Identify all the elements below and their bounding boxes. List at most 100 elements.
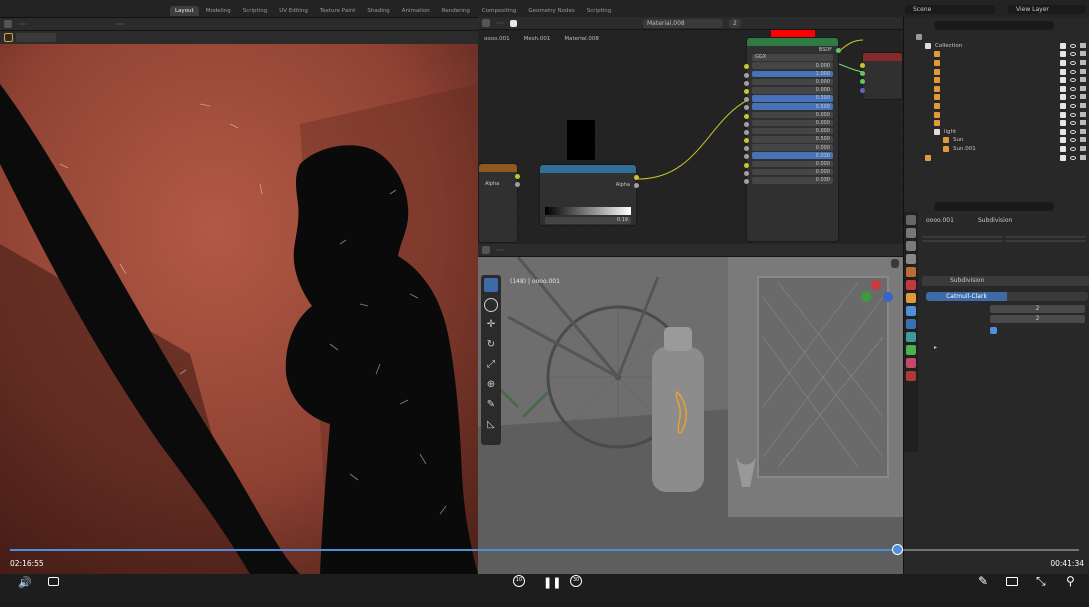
exclude-checkbox[interactable]: [1060, 85, 1066, 92]
pin-icon[interactable]: ⚲: [1066, 574, 1075, 588]
input-socket[interactable]: [744, 105, 749, 111]
visibility-button[interactable]: [922, 240, 1003, 242]
fullscreen-exit-icon[interactable]: ⤡: [1036, 574, 1046, 589]
annotate-tool-icon[interactable]: ✎: [484, 398, 498, 412]
progress-track[interactable]: [10, 544, 1079, 555]
tab-animation[interactable]: Animation: [397, 6, 435, 16]
eye-icon[interactable]: [1070, 43, 1076, 48]
input-socket[interactable]: [744, 80, 749, 86]
bsdf-field[interactable]: 0.000: [744, 127, 833, 135]
eye-icon[interactable]: [1070, 78, 1076, 83]
eye-icon[interactable]: [1070, 104, 1076, 109]
principled-bsdf-node[interactable]: BSDF GGX 0.000 1.000 0.000 0.000 0.500 0.500 0…: [744, 37, 841, 242]
editor-type-icon[interactable]: [4, 20, 12, 28]
shader-type-dropdown[interactable]: [496, 22, 504, 24]
advanced-panel-toggle[interactable]: ▸: [934, 344, 937, 351]
input-socket[interactable]: [744, 162, 749, 168]
camera-icon[interactable]: [1080, 60, 1086, 66]
volume-icon[interactable]: 🔊: [18, 576, 32, 589]
data-tab-icon[interactable]: [906, 345, 916, 355]
render-levels-field[interactable]: 2: [990, 315, 1085, 323]
scene-tab-icon[interactable]: [906, 267, 916, 277]
outliner-row[interactable]: Collection: [904, 42, 1089, 51]
bsdf-field[interactable]: 0.000: [744, 111, 833, 119]
outliner-row[interactable]: [904, 50, 1089, 59]
view-layer-selector[interactable]: View Layer: [1008, 5, 1086, 14]
outliner-row[interactable]: Sun: [904, 136, 1089, 145]
tab-scripting-2[interactable]: Scripting: [582, 6, 616, 16]
eye-icon[interactable]: [1070, 95, 1076, 100]
outliner-row[interactable]: [904, 33, 1089, 42]
eye-icon[interactable]: [1070, 86, 1076, 91]
eye-icon[interactable]: [1070, 61, 1076, 66]
world-tab-icon[interactable]: [906, 280, 916, 290]
tab-scripting-1[interactable]: Scripting: [238, 6, 272, 16]
camera-icon[interactable]: [1080, 146, 1086, 152]
camera-icon[interactable]: [1080, 68, 1086, 74]
eye-icon[interactable]: [1070, 52, 1076, 57]
bsdf-field[interactable]: 0.000: [744, 160, 833, 168]
input-socket[interactable]: [744, 129, 749, 135]
tab-shading[interactable]: Shading: [362, 6, 394, 16]
color-ramp-gradient[interactable]: [545, 207, 631, 215]
exclude-checkbox[interactable]: [1060, 146, 1066, 153]
input-socket[interactable]: [744, 121, 749, 127]
camera-icon[interactable]: [1080, 42, 1086, 48]
simple-option[interactable]: [1007, 292, 1088, 301]
physics-tab-icon[interactable]: [906, 332, 916, 342]
outliner-row[interactable]: [904, 59, 1089, 68]
transform-tool-icon[interactable]: ⊕: [484, 378, 498, 392]
exclude-checkbox[interactable]: [1060, 154, 1066, 161]
input-socket[interactable]: [744, 97, 749, 103]
move-tool-icon[interactable]: ✛: [484, 318, 498, 332]
scale-tool-icon[interactable]: ⤢: [484, 358, 498, 372]
eye-icon[interactable]: [1070, 147, 1076, 152]
exclude-checkbox[interactable]: [1060, 103, 1066, 110]
skip-forward-30-icon[interactable]: 30: [570, 575, 582, 587]
cursor-tool-icon[interactable]: [484, 298, 498, 312]
picture-in-picture-icon[interactable]: [1006, 577, 1018, 586]
exclude-checkbox[interactable]: [1060, 94, 1066, 101]
transform-orientation-dropdown[interactable]: [116, 23, 124, 25]
exclude-checkbox[interactable]: [1060, 60, 1066, 67]
editor-type-icon[interactable]: [482, 19, 490, 27]
object-mode-dropdown[interactable]: [18, 23, 26, 25]
outliner-row[interactable]: light: [904, 128, 1089, 137]
input-socket[interactable]: [744, 88, 749, 94]
eye-icon[interactable]: [1070, 138, 1076, 143]
color-ramp-node[interactable]: Alpha 0.19: [539, 164, 639, 226]
texture-tab-icon[interactable]: [906, 371, 916, 381]
input-socket[interactable]: [744, 154, 749, 160]
apply-all-button[interactable]: [1005, 236, 1086, 238]
output-tab-icon[interactable]: [906, 241, 916, 251]
use-nodes-checkbox[interactable]: [510, 19, 517, 27]
tab-rendering[interactable]: Rendering: [437, 6, 475, 16]
exclude-checkbox[interactable]: [1060, 51, 1066, 58]
eye-icon[interactable]: [1070, 69, 1076, 74]
camera-icon[interactable]: [1080, 94, 1086, 100]
bsdf-field[interactable]: 0.500: [744, 103, 833, 111]
material-tab-icon[interactable]: [906, 358, 916, 368]
tool-tab-icon[interactable]: [906, 215, 916, 225]
bsdf-field[interactable]: 1.000: [744, 70, 833, 78]
select-tool-icon[interactable]: [4, 33, 13, 42]
camera-icon[interactable]: [1080, 103, 1086, 109]
optimal-display-checkbox[interactable]: [990, 327, 997, 334]
outliner-row[interactable]: [904, 119, 1089, 128]
editor-type-icon[interactable]: [482, 246, 490, 254]
viewport-options-button[interactable]: [891, 259, 899, 268]
input-socket[interactable]: [744, 170, 749, 176]
bsdf-field[interactable]: 0.000: [744, 144, 833, 152]
rotate-tool-icon[interactable]: ↻: [484, 338, 498, 352]
camera-icon[interactable]: [1080, 85, 1086, 91]
outliner-row[interactable]: [904, 67, 1089, 76]
exclude-checkbox[interactable]: [1060, 68, 1066, 75]
exclude-checkbox[interactable]: [1060, 42, 1066, 49]
input-socket[interactable]: [744, 113, 749, 119]
outliner-row[interactable]: [904, 102, 1089, 111]
input-socket[interactable]: [744, 64, 749, 70]
bsdf-field[interactable]: 0.030: [744, 177, 833, 184]
tab-geometry-nodes[interactable]: Geometry Nodes: [523, 6, 579, 16]
exclude-checkbox[interactable]: [1060, 77, 1066, 84]
tab-custom-1[interactable]: [146, 6, 156, 16]
